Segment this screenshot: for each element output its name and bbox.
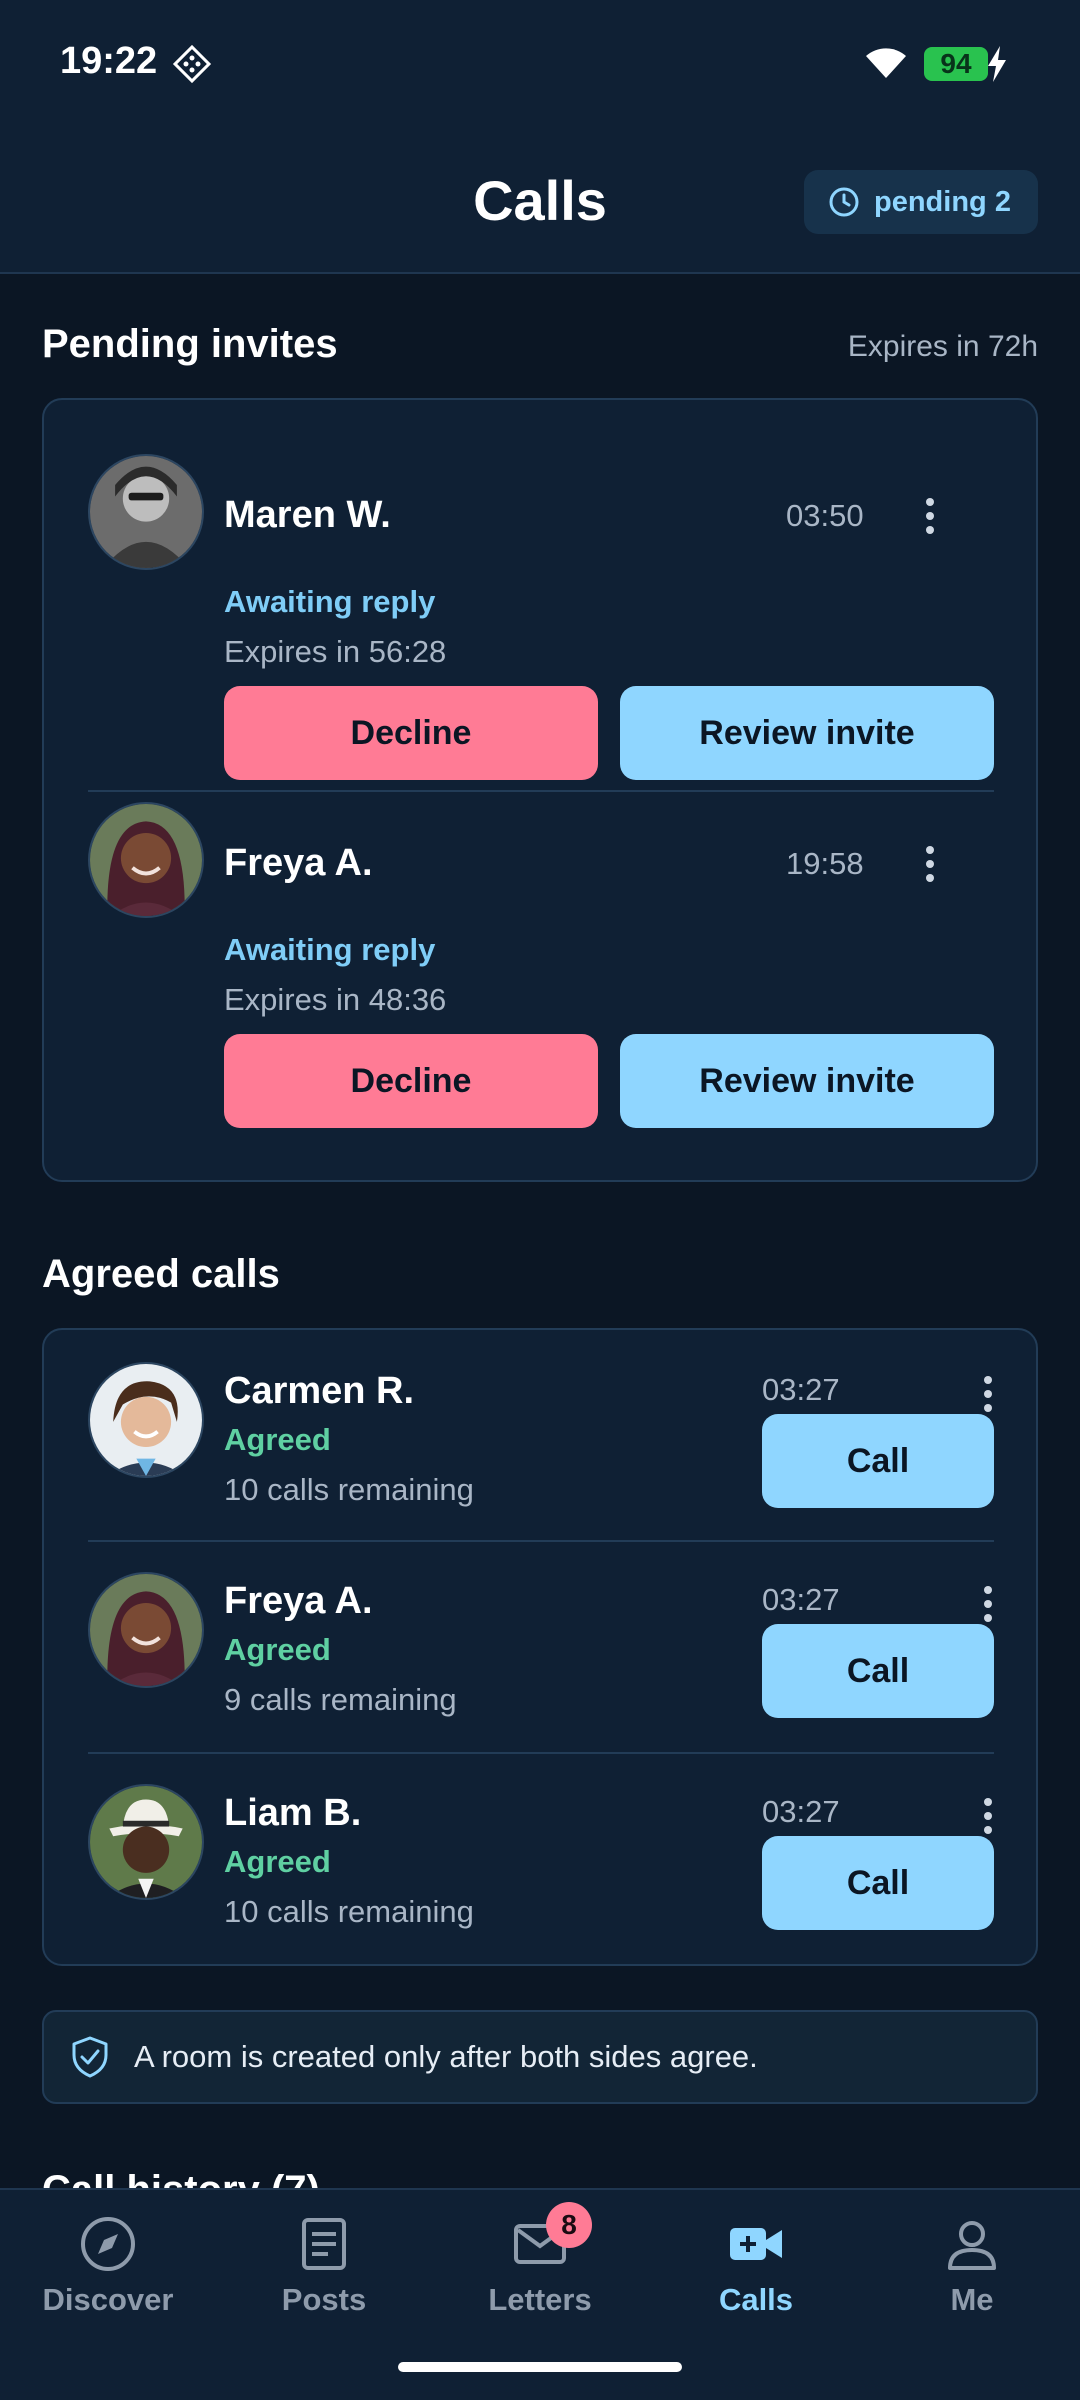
- pending-invite-row: Freya A. 19:58 Awaiting reply Expires in…: [44, 792, 1040, 1184]
- clock-icon: [829, 187, 859, 217]
- agreed-call-row: Carmen R. Agreed 10 calls remaining 03:2…: [44, 1330, 1040, 1542]
- more-options-icon[interactable]: [920, 496, 940, 536]
- nav-label: Discover: [42, 2282, 174, 2317]
- pending-section-expiry: Expires in 72h: [847, 330, 1038, 363]
- avatar[interactable]: [88, 454, 204, 570]
- pending-invite-row: Maren W. 03:50 Awaiting reply Expires in…: [44, 400, 1040, 792]
- nav-item-calls[interactable]: Calls: [648, 2190, 864, 2340]
- compass-icon: [81, 2217, 135, 2271]
- agreed-call-row: Liam B. Agreed 10 calls remaining 03:27 …: [44, 1754, 1040, 1966]
- call-time: 03:27: [762, 1794, 840, 1829]
- pending-invites-card: Maren W. 03:50 Awaiting reply Expires in…: [42, 398, 1038, 1182]
- contact-name: Maren W.: [224, 494, 391, 536]
- agreed-section-title: Agreed calls: [42, 1252, 280, 1296]
- invite-time: 03:50: [786, 498, 864, 533]
- invite-expiry: Expires in 48:36: [224, 982, 447, 1017]
- call-time: 03:27: [762, 1372, 840, 1407]
- document-icon: [302, 2218, 346, 2270]
- unread-badge: 8: [546, 2202, 592, 2248]
- call-button[interactable]: Call: [762, 1414, 994, 1508]
- video-add-icon: [730, 2228, 782, 2260]
- decline-button[interactable]: Decline: [224, 686, 598, 780]
- more-options-icon[interactable]: [978, 1584, 998, 1624]
- nav-item-posts[interactable]: Posts: [216, 2190, 432, 2340]
- agreed-calls-card: Carmen R. Agreed 10 calls remaining 03:2…: [42, 1328, 1038, 1966]
- shield-check-icon: [72, 2036, 108, 2078]
- info-note-text: A room is created only after both sides …: [134, 2039, 758, 2074]
- avatar[interactable]: [88, 1362, 204, 1478]
- call-status: Agreed: [224, 1632, 331, 1667]
- contact-name: Freya A.: [224, 842, 373, 884]
- review-invite-button[interactable]: Review invite: [620, 686, 994, 780]
- calls-remaining: 9 calls remaining: [224, 1682, 457, 1717]
- battery-indicator: 94: [924, 47, 988, 81]
- calls-remaining: 10 calls remaining: [224, 1472, 474, 1507]
- person-icon: [948, 2221, 996, 2270]
- contact-name: Carmen R.: [224, 1370, 415, 1412]
- contact-name: Freya A.: [224, 1580, 373, 1622]
- invite-expiry: Expires in 56:28: [224, 634, 447, 669]
- nav-label: Posts: [281, 2282, 367, 2317]
- charging-icon: [988, 46, 1006, 82]
- nav-label: Calls: [718, 2282, 794, 2317]
- pending-count-chip[interactable]: pending 2: [804, 170, 1038, 234]
- contact-name: Liam B.: [224, 1792, 362, 1834]
- invite-time: 19:58: [786, 846, 864, 881]
- avatar[interactable]: [88, 1784, 204, 1900]
- more-options-icon[interactable]: [978, 1374, 998, 1414]
- call-button[interactable]: Call: [762, 1624, 994, 1718]
- more-options-icon[interactable]: [978, 1796, 998, 1836]
- decline-button[interactable]: Decline: [224, 1034, 598, 1128]
- more-options-icon[interactable]: [920, 844, 940, 884]
- calls-remaining: 10 calls remaining: [224, 1894, 474, 1929]
- call-time: 03:27: [762, 1582, 840, 1617]
- home-indicator: [398, 2362, 682, 2372]
- call-button[interactable]: Call: [762, 1836, 994, 1930]
- pending-chip-label: pending 2: [874, 185, 1011, 218]
- call-status: Agreed: [224, 1422, 331, 1457]
- call-status: Agreed: [224, 1844, 331, 1879]
- top-bar: 19:22 94 Calls pending 2: [0, 0, 1080, 274]
- invite-status: Awaiting reply: [224, 584, 436, 619]
- nav-label: Letters: [488, 2282, 592, 2317]
- status-time: 19:22: [60, 40, 158, 82]
- review-invite-button[interactable]: Review invite: [620, 1034, 994, 1128]
- pending-section-title: Pending invites: [42, 322, 338, 366]
- wifi-icon: [866, 48, 906, 78]
- agreed-call-row: Freya A. Agreed 9 calls remaining 03:27 …: [44, 1542, 1040, 1754]
- nav-item-me[interactable]: Me: [864, 2190, 1080, 2340]
- nav-label: Me: [950, 2282, 994, 2317]
- app-notification-icon: [172, 44, 212, 84]
- invite-status: Awaiting reply: [224, 932, 436, 967]
- nav-item-discover[interactable]: Discover: [0, 2190, 216, 2340]
- avatar[interactable]: [88, 1572, 204, 1688]
- nav-item-letters[interactable]: 8 Letters: [432, 2190, 648, 2340]
- info-note: A room is created only after both sides …: [42, 2010, 1038, 2104]
- avatar[interactable]: [88, 802, 204, 918]
